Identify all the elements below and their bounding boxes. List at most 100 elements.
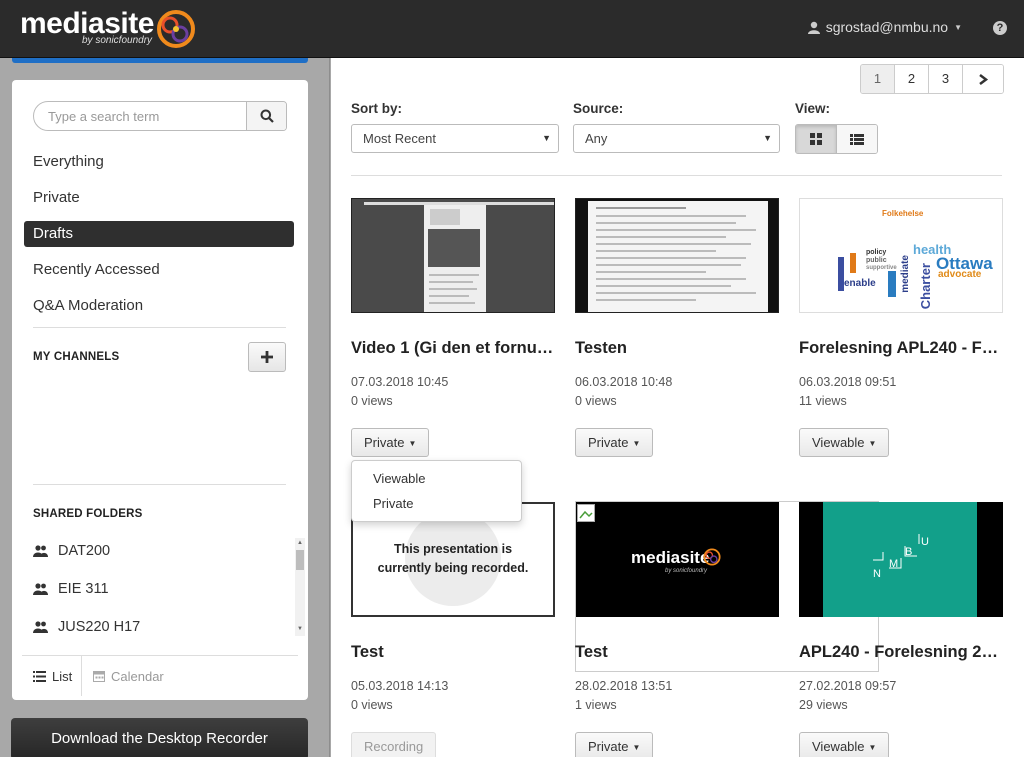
top-bar: mediasite by sonicfoundry sgrostad@nmbu.… [0, 0, 1024, 58]
sidebar-item-recently-accessed[interactable]: Recently Accessed [24, 257, 294, 283]
status-label: Viewable [812, 739, 865, 754]
menu-item-viewable[interactable]: Viewable [373, 471, 426, 486]
my-channels-title: MY CHANNELS [33, 351, 120, 363]
folder-label: DAT200 [58, 543, 111, 559]
folder-label: EIE 311 [58, 581, 109, 597]
presentation-views: 0 views [351, 394, 393, 408]
broken-image-icon [577, 504, 595, 522]
chevron-right-icon [978, 74, 988, 85]
next-page-button[interactable] [963, 65, 1003, 93]
status-dropdown-button[interactable]: Viewable ▼ [799, 732, 890, 757]
status-label: Private [364, 435, 405, 450]
main-content: 1 2 3 Sort by: Most Recent ▼ Source: Any… [331, 58, 1024, 757]
mediasite-logo-icon [157, 10, 195, 48]
presentation-title[interactable]: Test [351, 643, 555, 662]
status-dropdown-button[interactable]: Private ▼ [351, 428, 430, 457]
presentation-title[interactable]: Video 1 (Gi den et fornuf… [351, 339, 555, 358]
presentation-title[interactable]: Test [575, 643, 779, 662]
page-button[interactable]: 3 [929, 65, 963, 93]
view-tabs: List Calendar [22, 655, 298, 696]
page-button[interactable]: 2 [895, 65, 929, 93]
wordcloud-word: enable [844, 278, 876, 289]
presentation-thumbnail[interactable] [351, 198, 555, 313]
source-label: Source: [573, 101, 624, 116]
presentation-title[interactable]: Forelesning APL240 - Fo… [799, 339, 1003, 358]
accent-strip [12, 58, 308, 63]
left-sidebar: Everything Private Drafts Recently Acces… [0, 58, 330, 757]
page-button[interactable]: 1 [861, 65, 895, 93]
group-icon [33, 621, 48, 633]
search-input[interactable] [48, 102, 244, 130]
shared-folder-item[interactable]: EIE 311 [33, 581, 109, 597]
scroll-down-icon[interactable]: ▼ [297, 626, 303, 632]
user-menu[interactable]: sgrostad@nmbu.no ▼ [807, 19, 962, 35]
recording-message: This presentation is currently being rec… [377, 542, 529, 575]
caret-down-icon: ▼ [868, 439, 877, 449]
folders-scrollbar[interactable]: ▲ ▼ [295, 538, 305, 636]
view-label: View: [795, 101, 831, 116]
wordcloud-word: policy [866, 249, 887, 256]
menu-item-private[interactable]: Private [373, 496, 413, 511]
sort-select[interactable]: Most Recent ▼ [351, 124, 559, 153]
status-label: Private [588, 739, 629, 754]
sidebar-item-qa-moderation[interactable]: Q&A Moderation [24, 293, 294, 319]
user-icon [807, 21, 820, 34]
wordcloud-word: public [866, 257, 887, 264]
add-channel-button[interactable] [248, 342, 286, 372]
tab-list[interactable]: List [33, 656, 72, 696]
presentation-thumbnail[interactable]: N M B U [799, 502, 1003, 617]
search-icon [260, 109, 274, 123]
view-toggle [795, 124, 878, 154]
slide-title: Folkehelse [882, 209, 924, 218]
sidebar-item-private[interactable]: Private [24, 185, 294, 211]
wordcloud-word: Charter [918, 263, 933, 310]
caret-down-icon: ▼ [542, 133, 551, 143]
recording-status-button: Recording [351, 732, 437, 757]
list-view-button[interactable] [836, 125, 877, 153]
download-recorder-button[interactable]: Download the Desktop Recorder [11, 718, 308, 757]
status-dropdown-button[interactable]: Private ▼ [575, 732, 654, 757]
status-dropdown-button[interactable]: Private ▼ [575, 428, 654, 457]
tab-calendar-label: Calendar [111, 668, 164, 684]
help-icon[interactable]: ? [993, 21, 1007, 35]
wordcloud-word: advocate [938, 269, 982, 280]
presentation-thumbnail[interactable]: mediasite by sonicfoundry [575, 502, 779, 617]
scroll-up-icon[interactable]: ▲ [297, 540, 303, 546]
sidebar-item-everything[interactable]: Everything [24, 149, 294, 175]
grid-view-button[interactable] [796, 125, 837, 153]
status-label: Viewable [812, 435, 865, 450]
scroll-thumb[interactable] [296, 550, 304, 570]
caret-down-icon: ▼ [632, 439, 641, 449]
caret-down-icon: ▼ [763, 133, 772, 143]
shared-folder-item[interactable]: DAT200 [33, 543, 110, 559]
sort-label: Sort by: [351, 101, 403, 116]
shared-folder-item[interactable]: JUS220 H17 [33, 619, 140, 635]
list-icon [849, 133, 864, 145]
logo-subtitle: by sonicfoundry [82, 35, 153, 46]
caret-down-icon: ▼ [408, 439, 417, 449]
presentation-views: 0 views [351, 698, 393, 712]
presentation-title[interactable]: APL240 - Forelesning 27… [799, 643, 1003, 662]
search-button[interactable] [246, 102, 286, 130]
presentation-views: 11 views [799, 394, 847, 408]
presentation-date: 05.03.2018 14:13 [351, 679, 449, 693]
status-dropdown-button[interactable]: Viewable ▼ [799, 428, 890, 457]
folder-label: JUS220 H17 [58, 619, 141, 635]
presentation-thumbnail[interactable] [575, 198, 779, 313]
tab-calendar[interactable]: Calendar [93, 656, 164, 696]
search-box [33, 101, 287, 131]
status-dropdown-menu: Viewable Private [351, 460, 522, 522]
caret-down-icon: ▼ [868, 743, 877, 753]
presentation-views: 1 views [575, 698, 617, 712]
sidebar-item-drafts[interactable]: Drafts [24, 221, 294, 247]
divider [351, 175, 1002, 176]
presentation-title[interactable]: Testen [575, 339, 779, 358]
sidebar-panel: Everything Private Drafts Recently Acces… [12, 80, 308, 700]
presentation-thumbnail[interactable]: Folkehelse health Ottawa Charter advocat… [799, 198, 1003, 313]
divider [81, 656, 82, 696]
pagination: 1 2 3 [860, 64, 1004, 94]
group-icon [33, 545, 48, 557]
plus-icon [261, 351, 273, 363]
presentation-date: 07.03.2018 10:45 [351, 375, 449, 389]
source-select[interactable]: Any ▼ [573, 124, 780, 153]
